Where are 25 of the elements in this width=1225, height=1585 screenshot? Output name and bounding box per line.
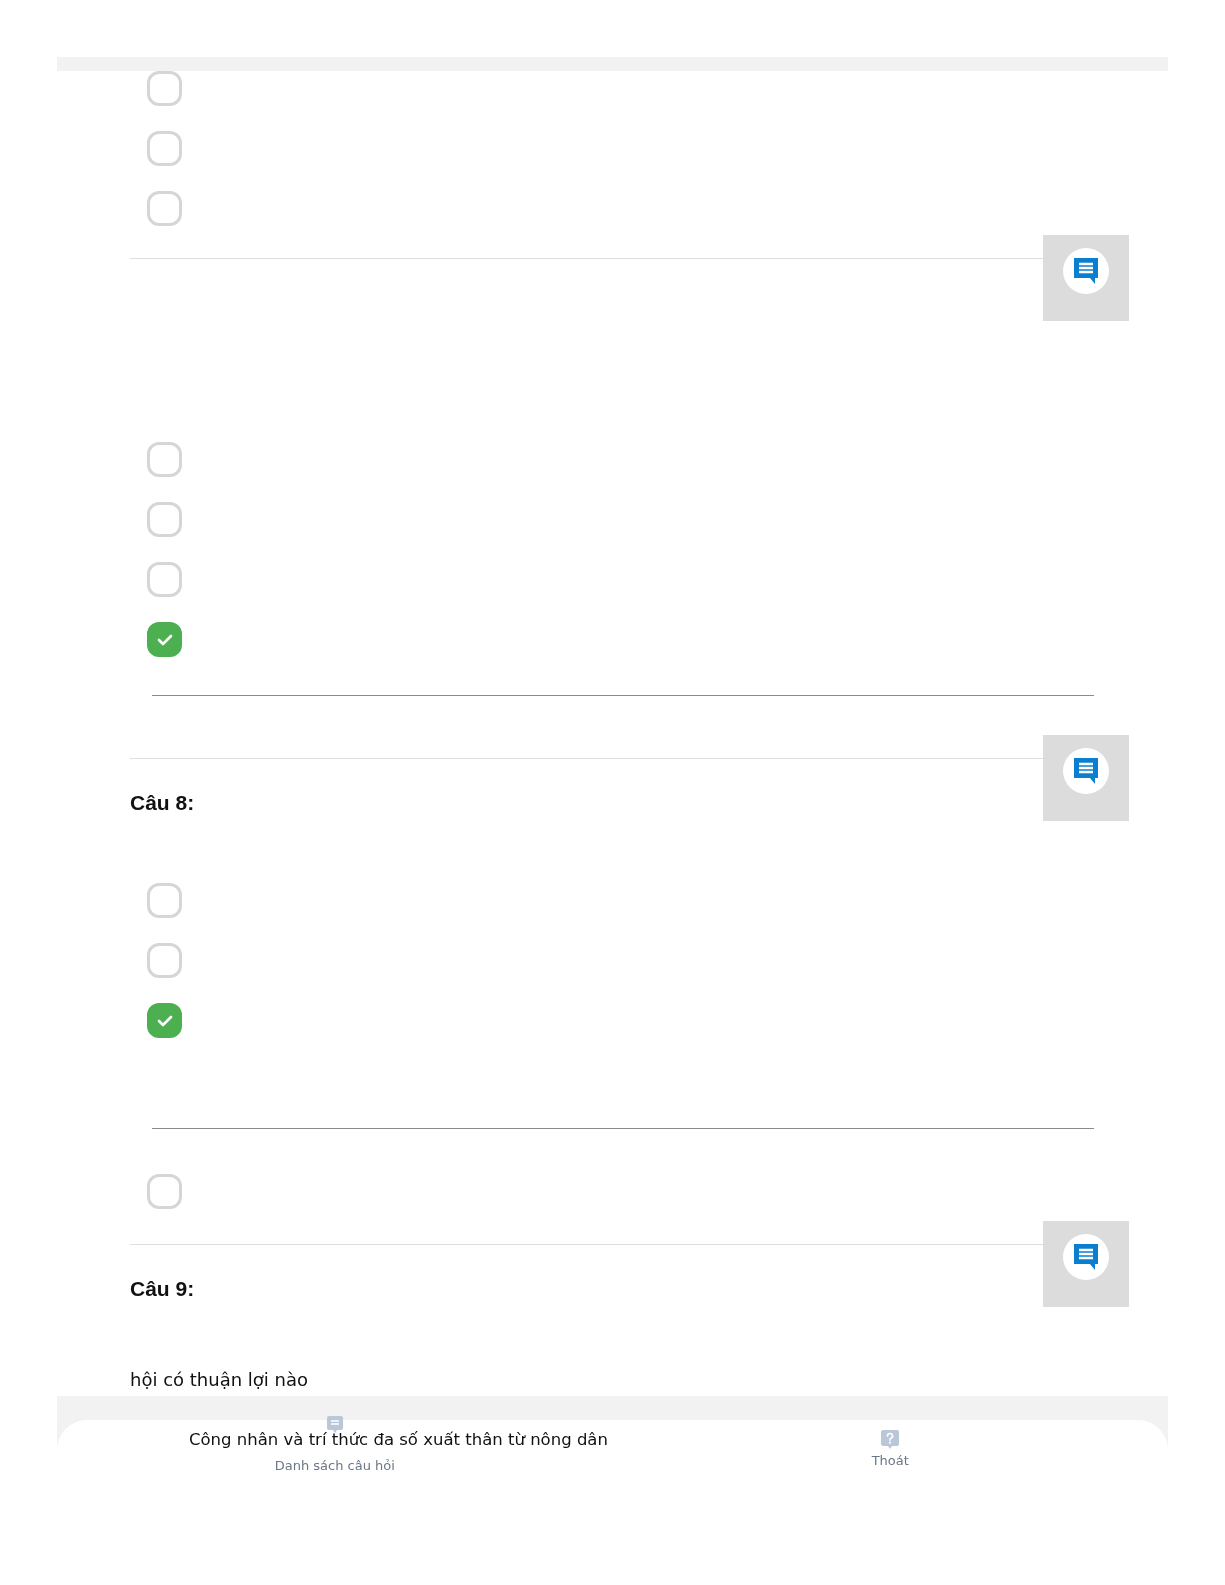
checkbox[interactable] — [147, 442, 182, 477]
help-icon — [881, 1430, 900, 1450]
checkbox[interactable] — [147, 562, 182, 597]
comment-button[interactable] — [1043, 235, 1129, 321]
checkbox[interactable] — [147, 1174, 182, 1209]
chat-icon — [1073, 757, 1099, 785]
question-text: hội có thuận lợi nào — [130, 1369, 308, 1390]
checkbox[interactable] — [147, 622, 182, 657]
nav-button[interactable]: Thoát — [612, 1420, 1168, 1476]
question-title: Câu 8: — [130, 791, 195, 815]
checkbox[interactable] — [147, 943, 182, 978]
chat-icon — [1073, 1243, 1099, 1271]
comment-button[interactable] — [1043, 1221, 1129, 1307]
check-icon — [156, 1014, 173, 1027]
question-title: Câu 9: — [130, 1277, 195, 1301]
answer-text: Công nhân và trí thức đa số xuất thân từ nông dân — [189, 1430, 608, 1449]
comment-button[interactable] — [1043, 735, 1129, 821]
check-icon — [156, 633, 173, 646]
checkbox[interactable] — [147, 883, 182, 918]
checkbox[interactable] — [147, 1003, 182, 1038]
chat-icon — [1073, 257, 1099, 285]
checkbox[interactable] — [147, 131, 182, 166]
checkbox[interactable] — [147, 502, 182, 537]
checkbox[interactable] — [147, 71, 182, 106]
checkbox[interactable] — [147, 191, 182, 226]
